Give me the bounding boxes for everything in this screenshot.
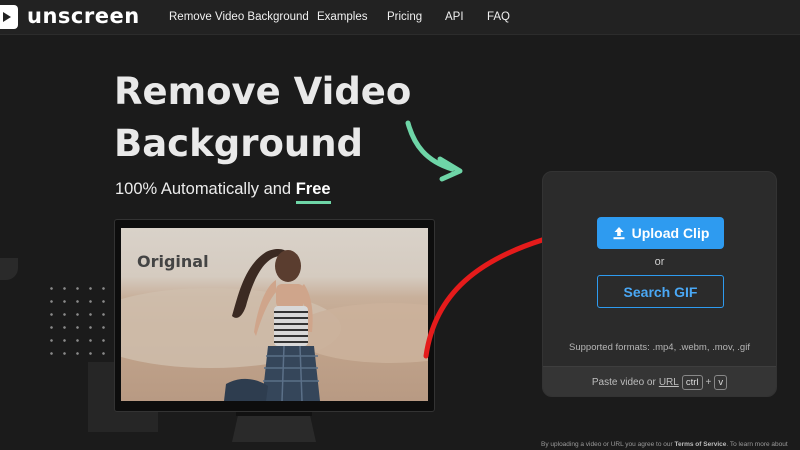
decorative-dot-grid — [45, 282, 115, 362]
navbar: unscreen Remove Video Background Example… — [0, 0, 800, 35]
hero-title-line-2: Background — [114, 122, 364, 165]
upload-icon — [613, 227, 625, 240]
terms-notice: By uploading a video or URL you agree to… — [541, 441, 788, 448]
nav-link-examples[interactable]: Examples — [317, 11, 368, 23]
nav-link-api[interactable]: API — [445, 11, 464, 23]
terms-prefix: By uploading a video or URL you agree to… — [541, 441, 673, 448]
supported-formats-text: Supported formats: .mp4, .webm, .mov, .g… — [569, 342, 750, 353]
paste-prefix: Paste video or — [591, 377, 656, 388]
monitor-stand-neck — [236, 412, 312, 416]
play-icon[interactable] — [0, 5, 18, 29]
hero-title-line-1: Remove Video — [114, 70, 412, 113]
or-separator: or — [654, 256, 665, 268]
hero-subtitle-prefix: 100% Automatically and — [115, 180, 296, 198]
preview-person-image — [224, 249, 320, 401]
paste-url-link[interactable]: URL — [659, 377, 679, 388]
monitor-stand — [232, 412, 316, 442]
key-v: v — [714, 375, 728, 390]
curved-arrow-icon — [405, 120, 463, 182]
nav-link-remove-video-background[interactable]: Remove Video Background — [169, 11, 309, 23]
hero-subtitle: 100% Automatically and Free — [115, 180, 331, 204]
decorative-shape — [0, 258, 18, 280]
key-ctrl: ctrl — [681, 375, 703, 390]
paste-footer: Paste video or URL ctrl + v — [543, 366, 776, 396]
terms-suffix: . To learn more about — [726, 441, 788, 448]
paste-instructions: Paste video or URL ctrl + v — [543, 375, 776, 390]
nav-link-pricing[interactable]: Pricing — [387, 11, 422, 23]
upload-card: Upload Clip or Search GIF Supported form… — [542, 171, 777, 397]
upload-clip-label: Upload Clip — [631, 225, 710, 241]
nav-link-faq[interactable]: FAQ — [487, 11, 510, 23]
upload-clip-button[interactable]: Upload Clip — [597, 217, 724, 249]
preview-label: Original — [137, 252, 209, 271]
video-preview-monitor: Original — [114, 219, 435, 412]
hero-title: Remove Video Background — [114, 66, 444, 170]
key-plus: + — [705, 377, 712, 388]
terms-of-service-link[interactable]: Terms of Service — [674, 441, 726, 448]
video-preview[interactable]: Original — [121, 228, 428, 401]
brand-logo[interactable]: unscreen — [27, 4, 140, 28]
hero-subtitle-free: Free — [295, 180, 331, 204]
search-gif-button[interactable]: Search GIF — [597, 275, 724, 308]
